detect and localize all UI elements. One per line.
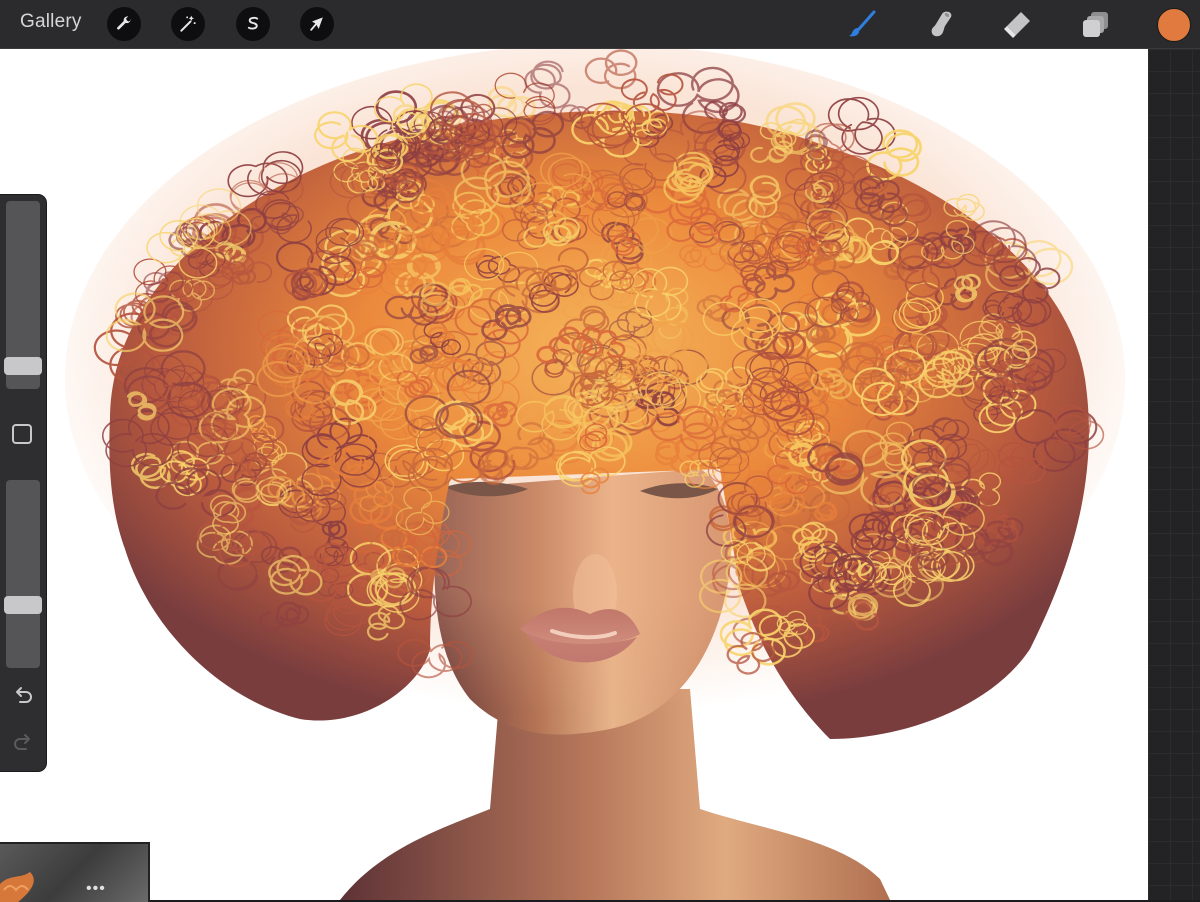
layers-icon (1083, 12, 1108, 37)
reference-photo (0, 872, 34, 902)
transform-button[interactable] (300, 7, 334, 41)
undo-arrow-icon[interactable] (12, 684, 34, 706)
drawing-canvas[interactable] (0, 49, 1148, 900)
smudge-finger-icon (931, 11, 952, 37)
eraser-tool-button[interactable] (1001, 8, 1033, 40)
brush-icon (849, 10, 876, 37)
gallery-button[interactable]: Gallery (20, 11, 82, 33)
canvas-background-area (1148, 49, 1200, 900)
eraser-icon (1004, 12, 1030, 38)
current-color-swatch[interactable] (1157, 8, 1191, 42)
modify-button[interactable] (12, 424, 32, 444)
brush-size-slider[interactable] (4, 201, 42, 389)
magic-wand-icon (180, 15, 196, 32)
reference-more-button[interactable]: ••• (86, 880, 106, 898)
actions-button[interactable] (107, 7, 141, 41)
opacity-handle[interactable] (4, 595, 42, 614)
smudge-tool-button[interactable] (924, 8, 956, 40)
redo-arrow-icon[interactable] (12, 731, 34, 753)
selection-button[interactable] (236, 7, 270, 41)
arrow-cursor-icon (310, 17, 323, 31)
adjustments-button[interactable] (171, 7, 205, 41)
brush-tool-button[interactable] (846, 8, 878, 40)
selection-s-icon (247, 16, 259, 30)
painting-artwork (65, 49, 1125, 900)
reference-image-thumbnail[interactable]: ••• (0, 842, 150, 902)
left-sidebar (0, 195, 46, 771)
opacity-slider[interactable] (4, 480, 42, 668)
top-toolbar: Gallery (0, 0, 1200, 49)
brush-size-handle[interactable] (4, 357, 42, 376)
wrench-icon (117, 16, 132, 30)
layers-button[interactable] (1080, 8, 1112, 40)
